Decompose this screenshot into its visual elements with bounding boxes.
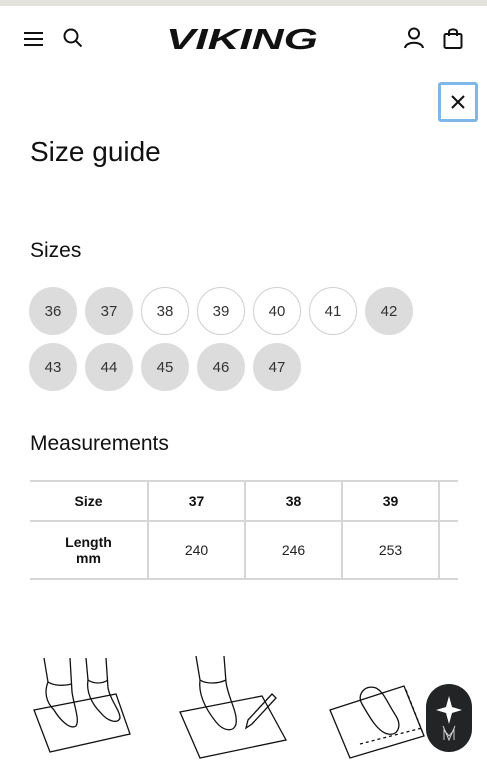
size-chip-label: 38 [156,302,174,320]
size-chip-label: 36 [44,302,62,320]
size-chip-label: 39 [212,302,230,320]
menu-button[interactable] [18,23,50,55]
size-column-header: 38 [245,480,343,522]
size-chip[interactable]: 40 [253,287,301,335]
site-header: VIKING [0,6,487,70]
size-column-header: 37 [148,480,246,522]
table-row: Length mm 240 246 253 [30,520,458,580]
size-chip-label: 46 [212,358,230,376]
cart-icon [443,28,463,49]
measurements-heading: Measurements [30,432,169,455]
close-icon [451,95,465,109]
length-cell: 240 [148,520,246,580]
size-chip-label: 43 [44,358,62,376]
size-chip[interactable]: 46 [197,343,245,391]
size-list: 36 37 38 39 40 41 42 43 44 45 46 47 [29,287,429,391]
cart-button[interactable] [437,22,469,54]
account-button[interactable] [398,22,430,54]
tracing-foot-illustration [179,655,287,759]
size-chip[interactable]: 39 [197,287,245,335]
length-cell: 246 [245,520,343,580]
sizes-heading: Sizes [30,239,82,262]
size-chip[interactable]: 44 [85,343,133,391]
size-chip[interactable]: 42 [365,287,413,335]
size-chip[interactable]: 41 [309,287,357,335]
search-button[interactable] [57,22,89,54]
menu-icon [24,32,43,46]
brand-logo[interactable]: VIKING [166,24,320,56]
size-row-header: Size [30,480,149,522]
length-header-unit: mm [76,550,101,566]
account-icon [404,27,424,49]
size-chip[interactable]: 36 [29,287,77,335]
standing-feet-illustration [33,657,131,753]
size-chip[interactable]: 43 [29,343,77,391]
size-chip[interactable]: 38 [141,287,189,335]
length-row-header: Length mm [30,520,149,580]
size-chip[interactable]: 47 [253,343,301,391]
measuring-instructions-illustration [30,640,470,768]
measurements-table: Size 37 38 39 Length mm 240 246 253 [30,480,458,580]
search-icon [63,28,83,48]
length-cell [439,520,458,580]
size-chip[interactable]: 37 [85,287,133,335]
assistant-launcher-button[interactable] [426,684,472,752]
length-header-label: Length [65,534,112,550]
size-chip-label: 41 [324,302,342,320]
measurements-table-scroll[interactable]: Size 37 38 39 Length mm 240 246 253 [30,480,458,580]
footprint-outline-illustration [329,685,425,759]
brand-logo-text: VIKING [166,24,318,54]
size-chip-label: 42 [380,302,398,320]
size-chip-label: 47 [268,358,286,376]
size-chip-label: 44 [100,358,118,376]
size-chip[interactable]: 45 [141,343,189,391]
size-chip-label: 37 [100,302,118,320]
size-chip-label: 40 [268,302,286,320]
size-column-header [439,480,458,522]
table-row: Size 37 38 39 [30,480,458,522]
close-button[interactable] [438,82,478,122]
size-column-header: 39 [342,480,440,522]
length-cell: 253 [342,520,440,580]
page-title: Size guide [30,136,161,167]
size-chip-label: 45 [156,358,174,376]
compass-star-icon [436,696,462,742]
